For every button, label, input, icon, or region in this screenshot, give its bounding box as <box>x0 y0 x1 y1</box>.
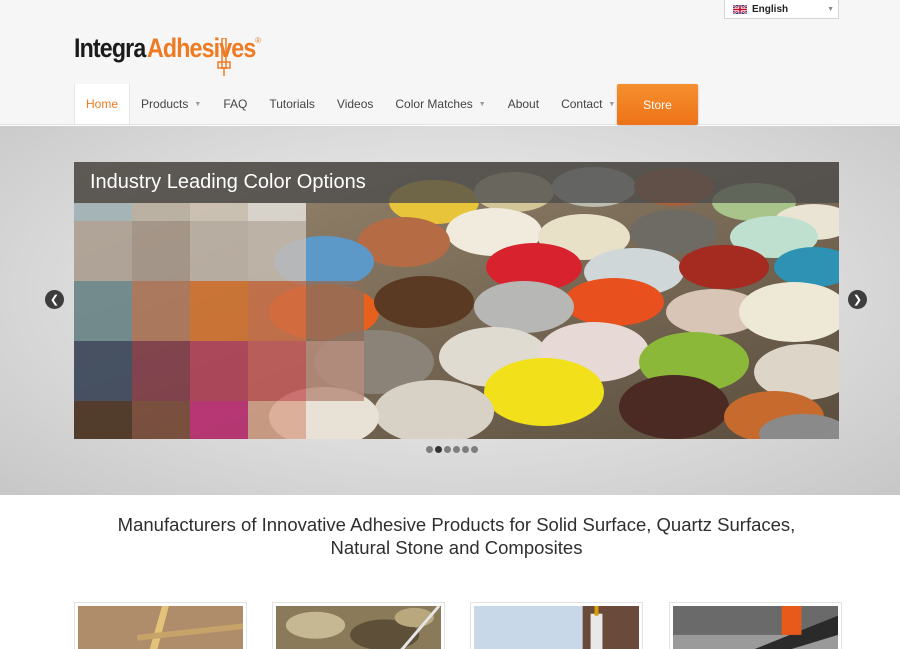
language-label: English <box>752 3 789 15</box>
chevron-left-icon[interactable]: ❮ <box>45 290 64 309</box>
colored-pucks-photo <box>74 162 839 439</box>
chevron-down-icon: ▼ <box>608 100 616 108</box>
slider-pagination <box>426 446 478 453</box>
slider-dot[interactable] <box>453 446 460 453</box>
chevron-right-icon[interactable]: ❯ <box>848 290 867 309</box>
logo-text-adhesives: Adhesives <box>147 33 256 63</box>
nav-label: Tutorials <box>269 97 315 111</box>
product-image <box>673 606 838 649</box>
nav-item-home[interactable]: Home <box>74 84 131 124</box>
logo-registered-mark: ® <box>255 36 262 45</box>
tagline-line-2: Natural Stone and Composites <box>330 537 583 558</box>
main-nav: Home Products ▼ FAQ Tutorials Videos Colo… <box>74 84 626 124</box>
product-thumbnail[interactable] <box>74 602 247 649</box>
product-thumbnail[interactable] <box>470 602 643 649</box>
chevron-down-icon: ▼ <box>827 6 834 13</box>
chevron-down-icon: ▼ <box>194 100 202 108</box>
adhesive-gun-icon <box>217 38 231 76</box>
nav-item-faq[interactable]: FAQ <box>212 84 258 124</box>
nav-item-color-matches[interactable]: Color Matches ▼ <box>384 84 496 124</box>
language-selector[interactable]: English ▼ <box>724 0 839 19</box>
slider-dot[interactable] <box>444 446 451 453</box>
chevron-down-icon: ▼ <box>478 100 486 108</box>
nav-item-products[interactable]: Products ▼ <box>130 84 212 124</box>
nav-label: Contact <box>561 97 603 111</box>
product-image <box>78 606 243 649</box>
slider-dot-active[interactable] <box>435 446 442 453</box>
product-thumbnail[interactable] <box>272 602 445 649</box>
hero-slider: Industry Leading Color Options ❮ ❯ <box>0 126 900 495</box>
nav-label: Videos <box>336 97 374 111</box>
store-button[interactable]: Store <box>617 84 698 125</box>
slider-dot[interactable] <box>462 446 469 453</box>
slider-dot[interactable] <box>426 446 433 453</box>
uk-flag-icon <box>733 4 747 14</box>
slider-dot[interactable] <box>471 446 478 453</box>
site-header: Integra Adhesives ® English ▼ Home Produ… <box>0 0 900 125</box>
nav-label: Products <box>141 97 189 111</box>
nav-label: About <box>507 97 540 111</box>
nav-item-contact[interactable]: Contact ▼ <box>550 84 626 124</box>
nav-item-about[interactable]: About <box>497 84 550 124</box>
nav-item-tutorials[interactable]: Tutorials <box>258 84 326 124</box>
nav-label: Color Matches <box>395 97 473 111</box>
nav-label: Home <box>86 97 119 111</box>
product-image <box>474 606 639 649</box>
logo-text-integra: Integra <box>74 33 146 63</box>
brand-logo[interactable]: Integra Adhesives ® <box>74 28 261 78</box>
slide-image[interactable]: Industry Leading Color Options <box>74 162 839 439</box>
page-tagline: Manufacturers of Innovative Adhesive Pro… <box>74 513 839 559</box>
nav-item-videos[interactable]: Videos <box>326 84 384 124</box>
tagline-line-1: Manufacturers of Innovative Adhesive Pro… <box>117 514 796 535</box>
nav-label: FAQ <box>223 97 248 111</box>
slide-caption: Industry Leading Color Options <box>74 162 839 203</box>
product-image <box>276 605 441 649</box>
product-thumbnail[interactable] <box>669 602 842 649</box>
